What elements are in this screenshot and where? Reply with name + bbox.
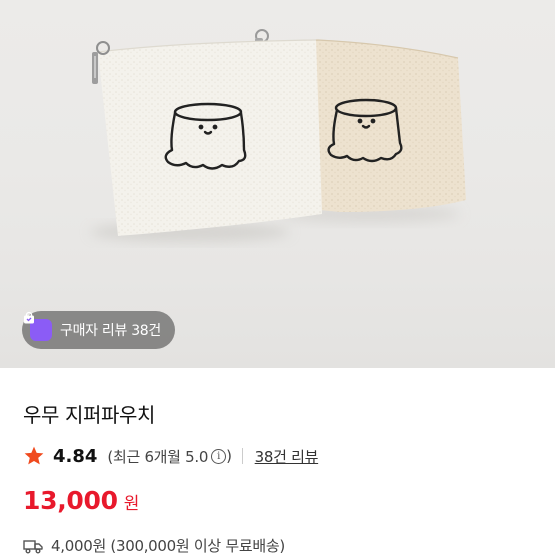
buyer-review-badge[interactable]: 구매자 리뷰 38건 [22,311,175,349]
rating-row: 4.84 (최근 6개월 5.0 i ) 38건 리뷰 [23,444,318,468]
price-amount: 13,000 [23,486,118,515]
recent-rating: (최근 6개월 5.0 i ) [107,446,232,467]
review-count-link[interactable]: 38건 리뷰 [255,446,319,467]
recent-rating-close: ) [226,447,232,465]
shopping-bag-icon [24,311,52,341]
shipping-info: 4,000원 (300,000원 이상 무료배송) [23,535,285,555]
rating-score: 4.84 [53,445,98,467]
price: 13,000 원 [23,486,139,515]
info-icon[interactable]: i [211,448,227,464]
product-image[interactable]: 구매자 리뷰 38건 [0,0,555,368]
buyer-review-badge-label: 구매자 리뷰 38건 [60,323,161,339]
divider [241,448,243,464]
recent-rating-text: (최근 6개월 5.0 [107,447,209,466]
product-info: 우무 지퍼파우치 4.84 (최근 6개월 5.0 i ) 38건 리뷰 13,… [0,368,555,555]
shipping-text: 4,000원 (300,000원 이상 무료배송) [51,537,285,555]
truck-icon [23,539,43,553]
star-icon [24,446,44,465]
price-unit: 원 [123,494,140,514]
product-title: 우무 지퍼파우치 [23,403,155,427]
